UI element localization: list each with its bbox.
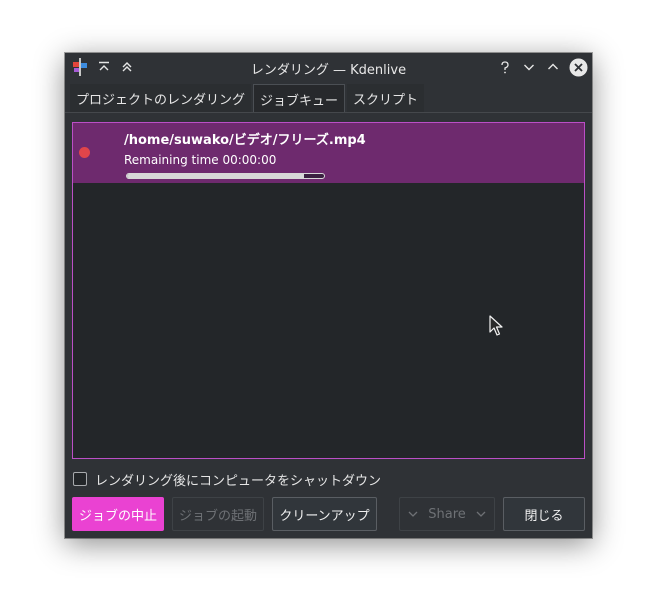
tab-job-queue[interactable]: ジョブキュー [253, 84, 346, 113]
close-button[interactable]: 閉じる [503, 497, 585, 531]
share-button[interactable]: Share [399, 497, 495, 531]
tab-divider [65, 112, 592, 113]
shutdown-checkbox[interactable] [73, 472, 87, 486]
close-icon[interactable] [568, 57, 588, 77]
share-label: Share [428, 506, 466, 522]
job-progress-bar [126, 173, 325, 179]
shade-icon[interactable] [117, 57, 137, 77]
tab-scripts[interactable]: スクリプト [347, 84, 425, 113]
job-remaining-time: Remaining time 00:00:00 [124, 153, 277, 167]
tab-render-project[interactable]: プロジェクトのレンダリング [70, 84, 252, 113]
abort-job-button[interactable]: ジョブの中止 [72, 497, 164, 531]
keep-above-icon[interactable] [94, 57, 114, 77]
job-list[interactable]: /home/suwako/ビデオ/フリーズ.mp4 Remaining time… [72, 122, 585, 459]
help-icon[interactable] [495, 57, 515, 77]
render-dialog: レンダリング — Kdenlive プロジェクトのレンダリング ジョブキュー ス… [65, 53, 592, 538]
maximize-icon[interactable] [543, 57, 563, 77]
titlebar[interactable]: レンダリング — Kdenlive [65, 53, 592, 82]
tab-bar: プロジェクトのレンダリング ジョブキュー スクリプト [70, 84, 426, 113]
job-row[interactable]: /home/suwako/ビデオ/フリーズ.mp4 Remaining time… [73, 123, 584, 183]
record-dot-icon [79, 147, 90, 158]
cleanup-button[interactable]: クリーンアップ [272, 497, 377, 531]
minimize-icon[interactable] [519, 57, 539, 77]
chevron-down-icon [408, 511, 418, 517]
job-progress-fill [127, 174, 305, 178]
shutdown-label: レンダリング後にコンピュータをシャットダウン [95, 473, 382, 489]
start-job-button[interactable]: ジョブの起動 [172, 497, 264, 531]
job-file-path: /home/suwako/ビデオ/フリーズ.mp4 [124, 133, 366, 148]
mouse-cursor-icon [489, 315, 503, 336]
chevron-down-icon [476, 511, 486, 517]
kdenlive-app-icon [73, 58, 87, 76]
shutdown-option[interactable]: レンダリング後にコンピュータをシャットダウン [73, 470, 382, 489]
